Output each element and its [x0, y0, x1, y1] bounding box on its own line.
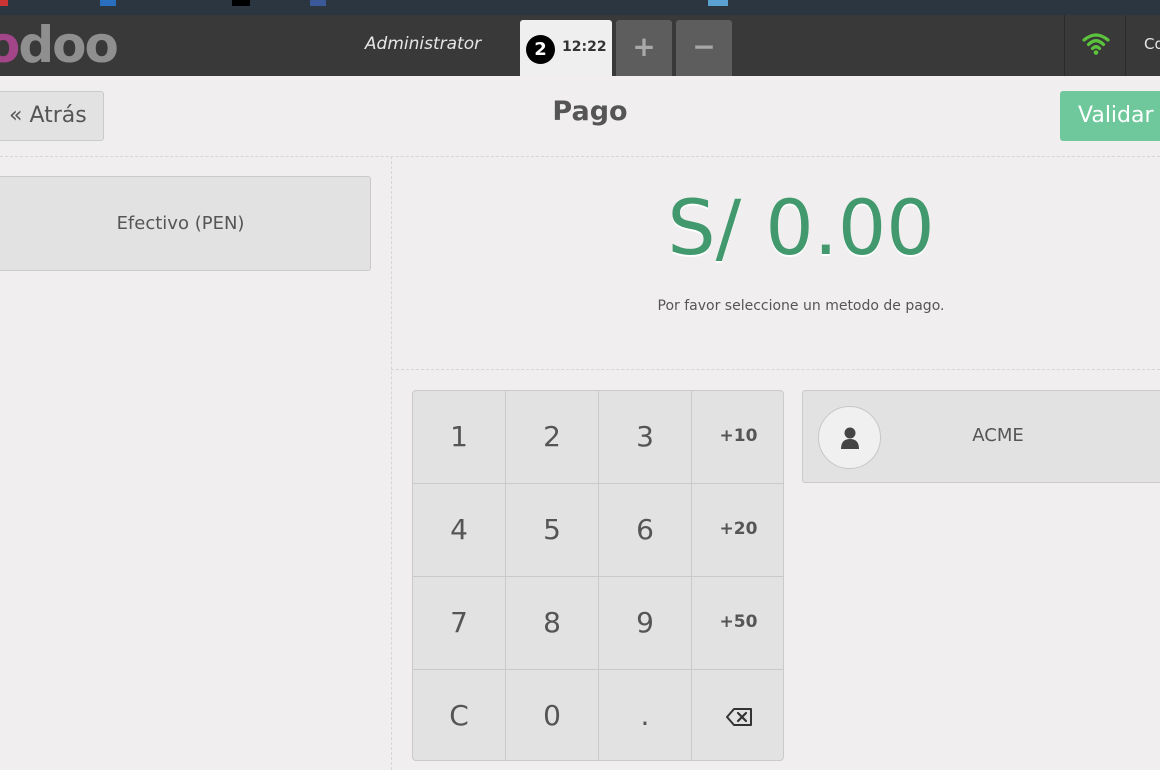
numpad-key-plus50[interactable]: +50 — [692, 577, 783, 670]
numpad-key-clear[interactable]: C — [413, 670, 506, 760]
divider — [0, 156, 1160, 157]
close-button-partial[interactable]: Co — [1144, 35, 1160, 53]
numpad-key-0[interactable]: 0 — [506, 670, 599, 760]
divider — [391, 369, 1160, 370]
numpad-key-9[interactable]: 9 — [599, 577, 692, 670]
favicon-blue[interactable] — [100, 0, 116, 6]
order-tab-selected[interactable]: 2 12:22 — [520, 20, 612, 76]
numpad-key-4[interactable]: 4 — [413, 484, 506, 577]
paymentmethod-cash-pen[interactable]: Efectivo (PEN) — [0, 176, 371, 271]
back-button[interactable]: « Atrás — [0, 91, 104, 141]
numpad-key-plus20[interactable]: +20 — [692, 484, 783, 577]
numpad-key-decimal[interactable]: . — [599, 670, 692, 760]
favicon-facebook[interactable] — [310, 0, 326, 6]
numpad-key-1[interactable]: 1 — [413, 391, 506, 484]
numpad-key-backspace[interactable] — [692, 670, 783, 760]
payment-instruction: Por favor seleccione un metodo de pago. — [657, 298, 945, 314]
customer-button[interactable]: ACME — [802, 390, 1160, 483]
validate-button[interactable]: Validar — [1060, 91, 1160, 141]
numpad-key-2[interactable]: 2 — [506, 391, 599, 484]
numpad-key-8[interactable]: 8 — [506, 577, 599, 670]
remove-order-button[interactable]: − — [676, 20, 732, 76]
numpad-key-6[interactable]: 6 — [599, 484, 692, 577]
avatar — [818, 406, 881, 469]
odoo-logo: odoo — [0, 16, 119, 74]
numpad-key-plus10[interactable]: +10 — [692, 391, 783, 484]
favicon-light[interactable] — [708, 0, 728, 6]
order-time: 12:22 — [562, 39, 607, 55]
wifi-icon — [1082, 33, 1110, 55]
add-order-button[interactable]: + — [616, 20, 672, 76]
connection-status[interactable] — [1064, 15, 1126, 76]
browser-toolbar-strip — [0, 0, 1160, 15]
customer-name: ACME — [972, 425, 1024, 446]
backspace-icon — [725, 708, 752, 726]
page-title: Pago — [552, 96, 628, 127]
numpad-key-5[interactable]: 5 — [506, 484, 599, 577]
numpad-key-7[interactable]: 7 — [413, 577, 506, 670]
favicon-black[interactable] — [232, 0, 250, 6]
user-icon — [841, 427, 859, 449]
numpad: 1 2 3 +10 4 5 6 +20 7 8 9 +50 C 0 . — [412, 390, 784, 761]
pos-header: odoo Administrator 2 12:22 + − Co — [0, 15, 1160, 76]
favicon-red[interactable] — [0, 0, 8, 6]
divider — [391, 156, 392, 770]
total-amount: S/ 0.00 — [667, 183, 935, 272]
username[interactable]: Administrator — [358, 34, 488, 54]
order-number-badge: 2 — [526, 35, 555, 64]
numpad-key-3[interactable]: 3 — [599, 391, 692, 484]
